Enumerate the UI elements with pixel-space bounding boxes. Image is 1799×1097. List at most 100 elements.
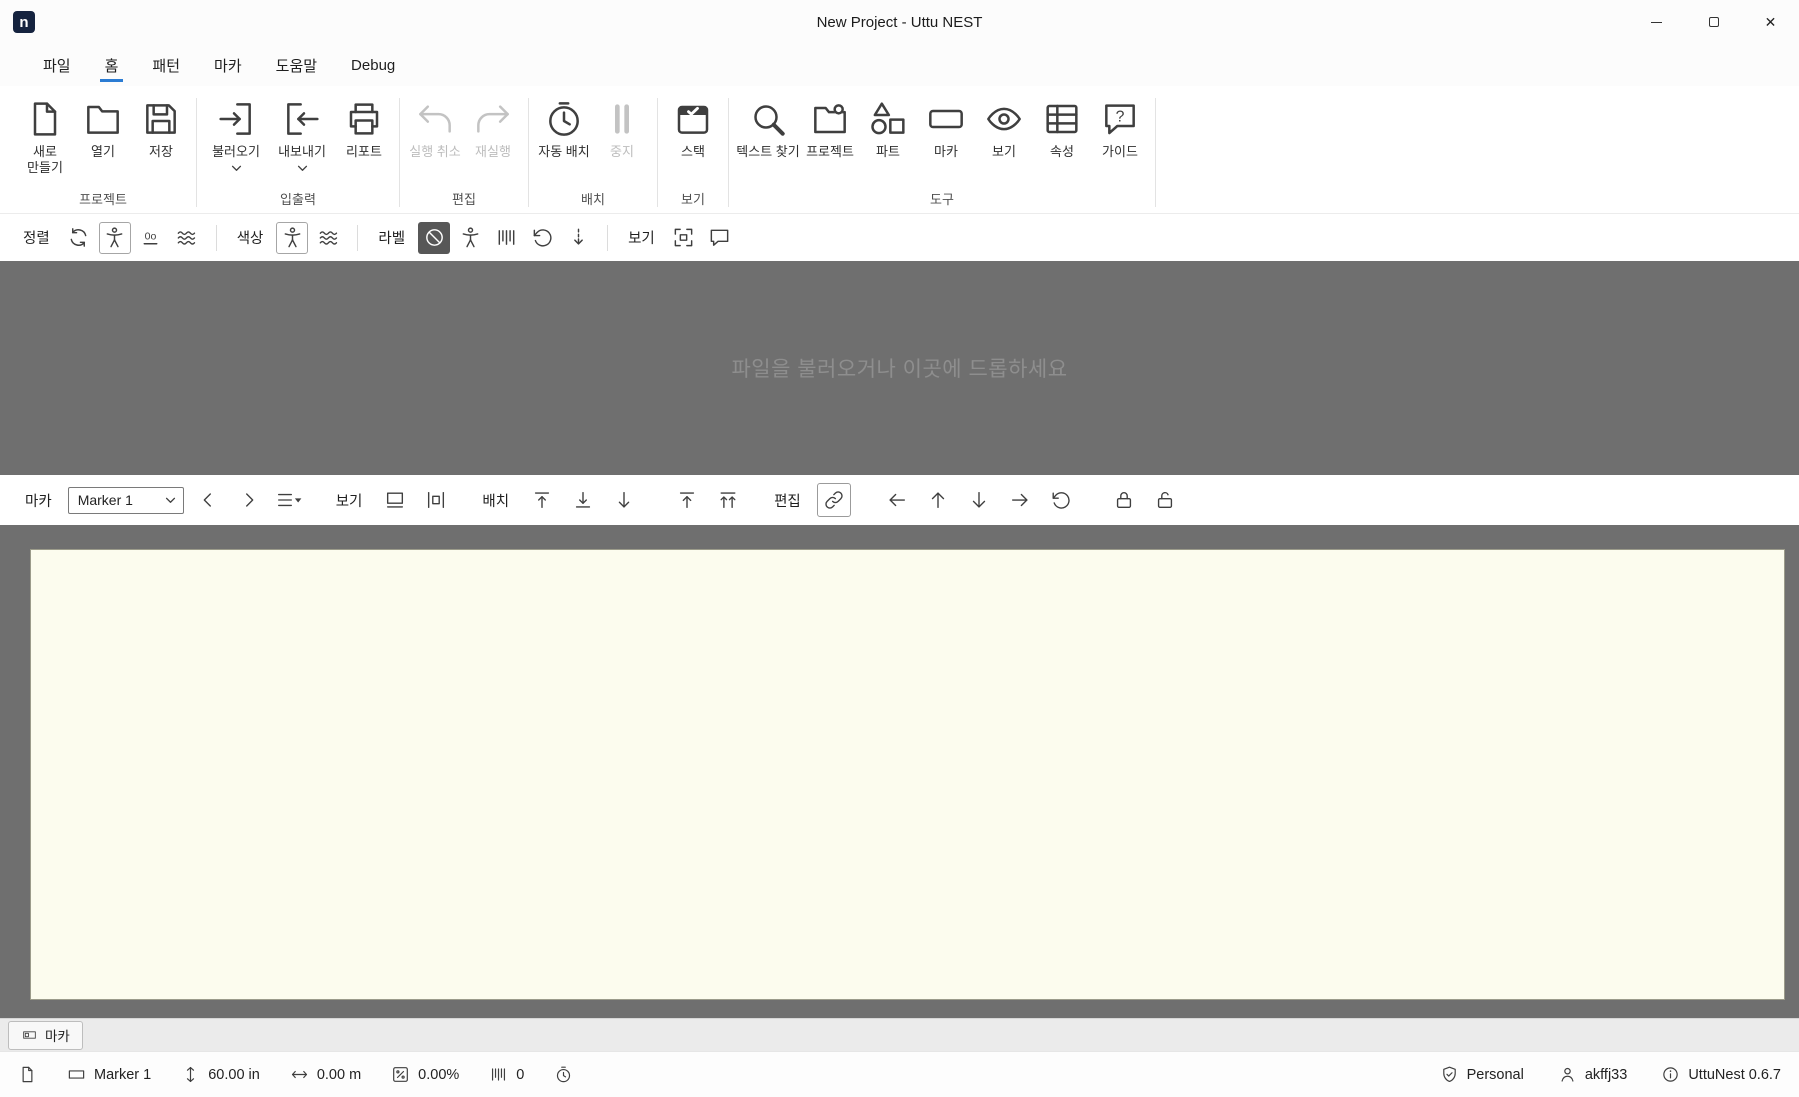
marker-select[interactable]: Marker 1 bbox=[67, 486, 184, 514]
maximize-button[interactable] bbox=[1685, 0, 1742, 44]
label-rotation-button[interactable] bbox=[526, 222, 558, 254]
fit-screen-icon bbox=[674, 228, 693, 247]
sort-by-size-button[interactable]: 0o bbox=[135, 222, 167, 254]
undo-button[interactable]: 실행 취소 bbox=[406, 90, 464, 186]
show-bounds-button[interactable] bbox=[419, 483, 453, 517]
next-marker-button[interactable] bbox=[232, 483, 266, 517]
tab-marker[interactable]: 마카 bbox=[8, 1020, 83, 1050]
open-button[interactable]: 열기 bbox=[74, 90, 132, 186]
move-left-button[interactable] bbox=[880, 483, 914, 517]
refresh-sort-button[interactable] bbox=[63, 222, 95, 254]
label-figure-button[interactable] bbox=[454, 222, 486, 254]
toolbar-separator bbox=[357, 224, 359, 251]
titlebar: n New Project - Uttu NEST ✕ bbox=[0, 0, 1799, 44]
sort-by-figure-button[interactable] bbox=[98, 221, 131, 254]
minimize-button[interactable] bbox=[1628, 0, 1685, 44]
align-top-button[interactable] bbox=[525, 483, 559, 517]
move-down-button[interactable] bbox=[962, 483, 996, 517]
link-parts-button[interactable] bbox=[816, 483, 851, 517]
statusbar-file[interactable] bbox=[18, 1065, 37, 1084]
marker-sheet[interactable] bbox=[30, 549, 1785, 1000]
stack-check-icon bbox=[677, 105, 709, 134]
view-panel-button[interactable]: 보기 bbox=[975, 90, 1033, 186]
marker-panel-button[interactable]: 마카 bbox=[917, 90, 975, 186]
properties-panel-button[interactable]: 속성 bbox=[1033, 90, 1091, 186]
menu-dropdown-icon bbox=[278, 493, 302, 507]
prev-marker-button[interactable] bbox=[191, 483, 225, 517]
project-panel-button[interactable]: 프로젝트 bbox=[801, 90, 859, 186]
menu-pattern[interactable]: 패턴 bbox=[135, 44, 197, 86]
comment-button[interactable] bbox=[704, 222, 736, 254]
rotate-part-button[interactable] bbox=[1044, 483, 1078, 517]
color-by-figure-button[interactable] bbox=[276, 221, 309, 254]
statusbar-timer[interactable] bbox=[554, 1065, 573, 1084]
align-top-icon bbox=[534, 492, 550, 509]
ribbon-separator bbox=[528, 98, 529, 207]
raise-top-button[interactable] bbox=[670, 483, 704, 517]
ribbon-button-label: 리포트 bbox=[346, 144, 382, 159]
new-project-button[interactable]: 새로 만들기 bbox=[16, 90, 74, 186]
chevron-down-icon bbox=[297, 165, 307, 171]
marker-menu-button[interactable] bbox=[273, 483, 307, 517]
statusbar-version[interactable]: UttuNest 0.6.7 bbox=[1661, 1065, 1781, 1084]
export-button[interactable]: 내보내기 bbox=[269, 90, 335, 186]
close-icon: ✕ bbox=[1764, 14, 1777, 30]
sort-label: 정렬 bbox=[23, 231, 50, 247]
statusbar-efficiency-value: 0.00% bbox=[418, 1066, 460, 1083]
drop-down-button[interactable] bbox=[607, 483, 641, 517]
menu-home[interactable]: 홈 bbox=[88, 44, 136, 86]
show-sheet-button[interactable] bbox=[378, 483, 412, 517]
color-by-fabric-button[interactable] bbox=[312, 222, 344, 254]
person-icon bbox=[462, 227, 478, 248]
menu-file[interactable]: 파일 bbox=[26, 44, 88, 86]
guide-button[interactable]: ? 가이드 bbox=[1091, 90, 1149, 186]
statusbar-length[interactable]: 60.00 in bbox=[181, 1065, 260, 1084]
minimize-icon bbox=[1651, 21, 1662, 23]
close-button[interactable]: ✕ bbox=[1742, 0, 1799, 44]
raise-all-button[interactable] bbox=[711, 483, 745, 517]
marker-sheet-icon bbox=[929, 109, 963, 129]
lock-button[interactable] bbox=[1107, 483, 1141, 517]
move-up-button[interactable] bbox=[921, 483, 955, 517]
import-button[interactable]: 불러오기 bbox=[203, 90, 269, 186]
align-toolbar: 정렬 0o 색상 라벨 보기 bbox=[0, 214, 1799, 261]
statusbar-part-count[interactable]: 0 bbox=[489, 1065, 524, 1084]
statusbar-license[interactable]: Personal bbox=[1440, 1065, 1524, 1084]
ribbon-group-label: 도구 bbox=[930, 192, 954, 207]
pattern-drop-area[interactable]: 파일을 불러오거나 이곳에 드롭하세요 bbox=[0, 261, 1799, 475]
ribbon-button-label: 프로젝트 bbox=[806, 144, 854, 159]
unlock-button[interactable] bbox=[1148, 483, 1182, 517]
menu-debug[interactable]: Debug bbox=[334, 44, 412, 86]
label-barcode-button[interactable] bbox=[490, 222, 522, 254]
stop-button[interactable]: 중지 bbox=[593, 90, 651, 186]
statusbar-user[interactable]: akffj33 bbox=[1558, 1065, 1627, 1084]
ribbon-button-label: 보기 bbox=[992, 144, 1016, 159]
find-text-button[interactable]: 텍스트 찾기 bbox=[735, 90, 801, 186]
label-none-button[interactable] bbox=[418, 221, 451, 254]
menu-marker[interactable]: 마카 bbox=[197, 44, 259, 86]
shapes-icon bbox=[871, 102, 905, 135]
marker-canvas[interactable] bbox=[0, 525, 1799, 1018]
statusbar-efficiency[interactable]: 0.00% bbox=[391, 1065, 459, 1084]
fit-view-button[interactable] bbox=[668, 222, 700, 254]
ribbon-button-label: 내보내기 bbox=[278, 144, 326, 159]
menu-help[interactable]: 도움말 bbox=[259, 44, 334, 86]
label-snap-button[interactable] bbox=[562, 222, 594, 254]
waves-icon bbox=[177, 231, 196, 245]
statusbar-marker-name[interactable]: Marker 1 bbox=[67, 1065, 151, 1084]
redo-button[interactable]: 재실행 bbox=[464, 90, 522, 186]
align-bottom-button[interactable] bbox=[566, 483, 600, 517]
stack-button[interactable]: 스택 bbox=[664, 90, 722, 186]
marker-view-label: 보기 bbox=[335, 493, 363, 510]
percent-box-icon bbox=[393, 1067, 409, 1082]
ribbon-button-label: 마카 bbox=[934, 144, 958, 159]
rotate-ccw-icon bbox=[533, 229, 552, 247]
save-button[interactable]: 저장 bbox=[132, 90, 190, 186]
statusbar-width[interactable]: 0.00 m bbox=[290, 1065, 361, 1084]
report-button[interactable]: 리포트 bbox=[335, 90, 393, 186]
auto-place-button[interactable]: 자동 배치 bbox=[535, 90, 593, 186]
parts-panel-button[interactable]: 파트 bbox=[859, 90, 917, 186]
new-file-icon bbox=[33, 102, 57, 136]
sort-by-fabric-button[interactable] bbox=[171, 222, 203, 254]
move-right-button[interactable] bbox=[1003, 483, 1037, 517]
